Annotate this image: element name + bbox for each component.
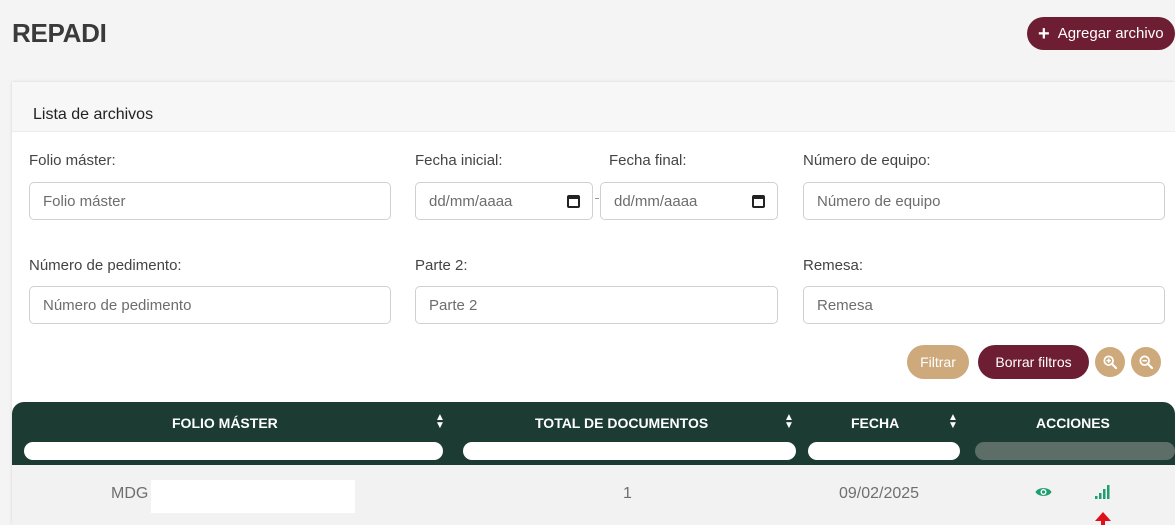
- fecha-final-label: Fecha final:: [609, 152, 687, 169]
- parte2-input[interactable]: Parte 2: [415, 286, 778, 324]
- table-header: FOLIO MÁSTER ▲ ▼ TOTAL DE DOCUMENTOS ▲ ▼ F…: [12, 402, 1175, 465]
- folio-input[interactable]: Folio máster: [29, 182, 391, 220]
- fecha-cell: 09/02/2025: [839, 485, 920, 502]
- equipo-label: Número de equipo:: [803, 152, 931, 169]
- column-header-fecha[interactable]: FECHA: [851, 415, 899, 431]
- add-file-button[interactable]: + Agregar archivo: [1027, 17, 1175, 50]
- sort-icon[interactable]: ▲ ▼: [435, 413, 445, 431]
- total-cell: 1: [623, 485, 632, 502]
- fecha-inicial-placeholder: dd/mm/aaaa: [429, 192, 513, 210]
- zoom-out-icon: [1139, 355, 1153, 369]
- remesa-input[interactable]: Remesa: [803, 286, 1165, 324]
- file-list-card: Lista de archivos Folio máster: Fecha in…: [12, 82, 1175, 525]
- remesa-placeholder: Remesa: [817, 296, 873, 314]
- pedimento-label: Número de pedimento:: [29, 257, 182, 274]
- sort-icon[interactable]: ▲ ▼: [784, 413, 794, 431]
- clear-filters-button[interactable]: Borrar filtros: [978, 345, 1089, 379]
- equipo-placeholder: Número de equipo: [817, 192, 941, 210]
- equipo-input[interactable]: Número de equipo: [803, 182, 1165, 220]
- pedimento-placeholder: Número de pedimento: [43, 296, 192, 314]
- eye-icon[interactable]: [1035, 486, 1052, 498]
- folio-placeholder: Folio máster: [43, 192, 126, 210]
- plus-icon: +: [1038, 22, 1050, 45]
- fecha-column-filter[interactable]: [808, 442, 960, 460]
- redaction-mask: [151, 480, 355, 513]
- fecha-inicial-label: Fecha inicial:: [415, 152, 503, 169]
- sort-icon[interactable]: ▲ ▼: [948, 413, 958, 431]
- zoom-in-button[interactable]: [1095, 347, 1125, 377]
- table-row: MDG 1 09/02/2025: [12, 465, 1175, 525]
- pedimento-input[interactable]: Número de pedimento: [29, 286, 391, 324]
- folio-column-filter[interactable]: [24, 442, 443, 460]
- column-header-total[interactable]: TOTAL DE DOCUMENTOS: [535, 415, 708, 431]
- column-header-acciones: ACCIONES: [1036, 415, 1110, 431]
- column-header-folio[interactable]: FOLIO MÁSTER: [172, 415, 278, 431]
- zoom-out-button[interactable]: [1131, 347, 1161, 377]
- signal-bars-icon[interactable]: [1095, 484, 1113, 500]
- zoom-in-icon: [1103, 355, 1117, 369]
- folio-cell: MDG: [111, 485, 149, 502]
- remesa-label: Remesa:: [803, 257, 864, 274]
- page-title: REPADI: [12, 18, 107, 48]
- card-header: Lista de archivos: [12, 82, 1175, 132]
- card-title: Lista de archivos: [33, 106, 154, 123]
- total-column-filter[interactable]: [463, 442, 796, 460]
- calendar-icon[interactable]: [752, 194, 765, 208]
- calendar-icon[interactable]: [567, 194, 580, 208]
- fecha-final-input[interactable]: dd/mm/aaaa: [600, 182, 778, 220]
- date-separator: [595, 198, 599, 199]
- acciones-column-filter: [975, 442, 1175, 460]
- annotation-arrow-icon: [1095, 512, 1111, 525]
- fecha-final-placeholder: dd/mm/aaaa: [614, 192, 698, 210]
- fecha-inicial-input[interactable]: dd/mm/aaaa: [415, 182, 593, 220]
- folio-label: Folio máster:: [29, 152, 116, 169]
- parte2-label: Parte 2:: [415, 257, 468, 274]
- filter-button[interactable]: Filtrar: [907, 345, 969, 379]
- parte2-placeholder: Parte 2: [429, 296, 478, 314]
- add-file-label: Agregar archivo: [1057, 25, 1164, 42]
